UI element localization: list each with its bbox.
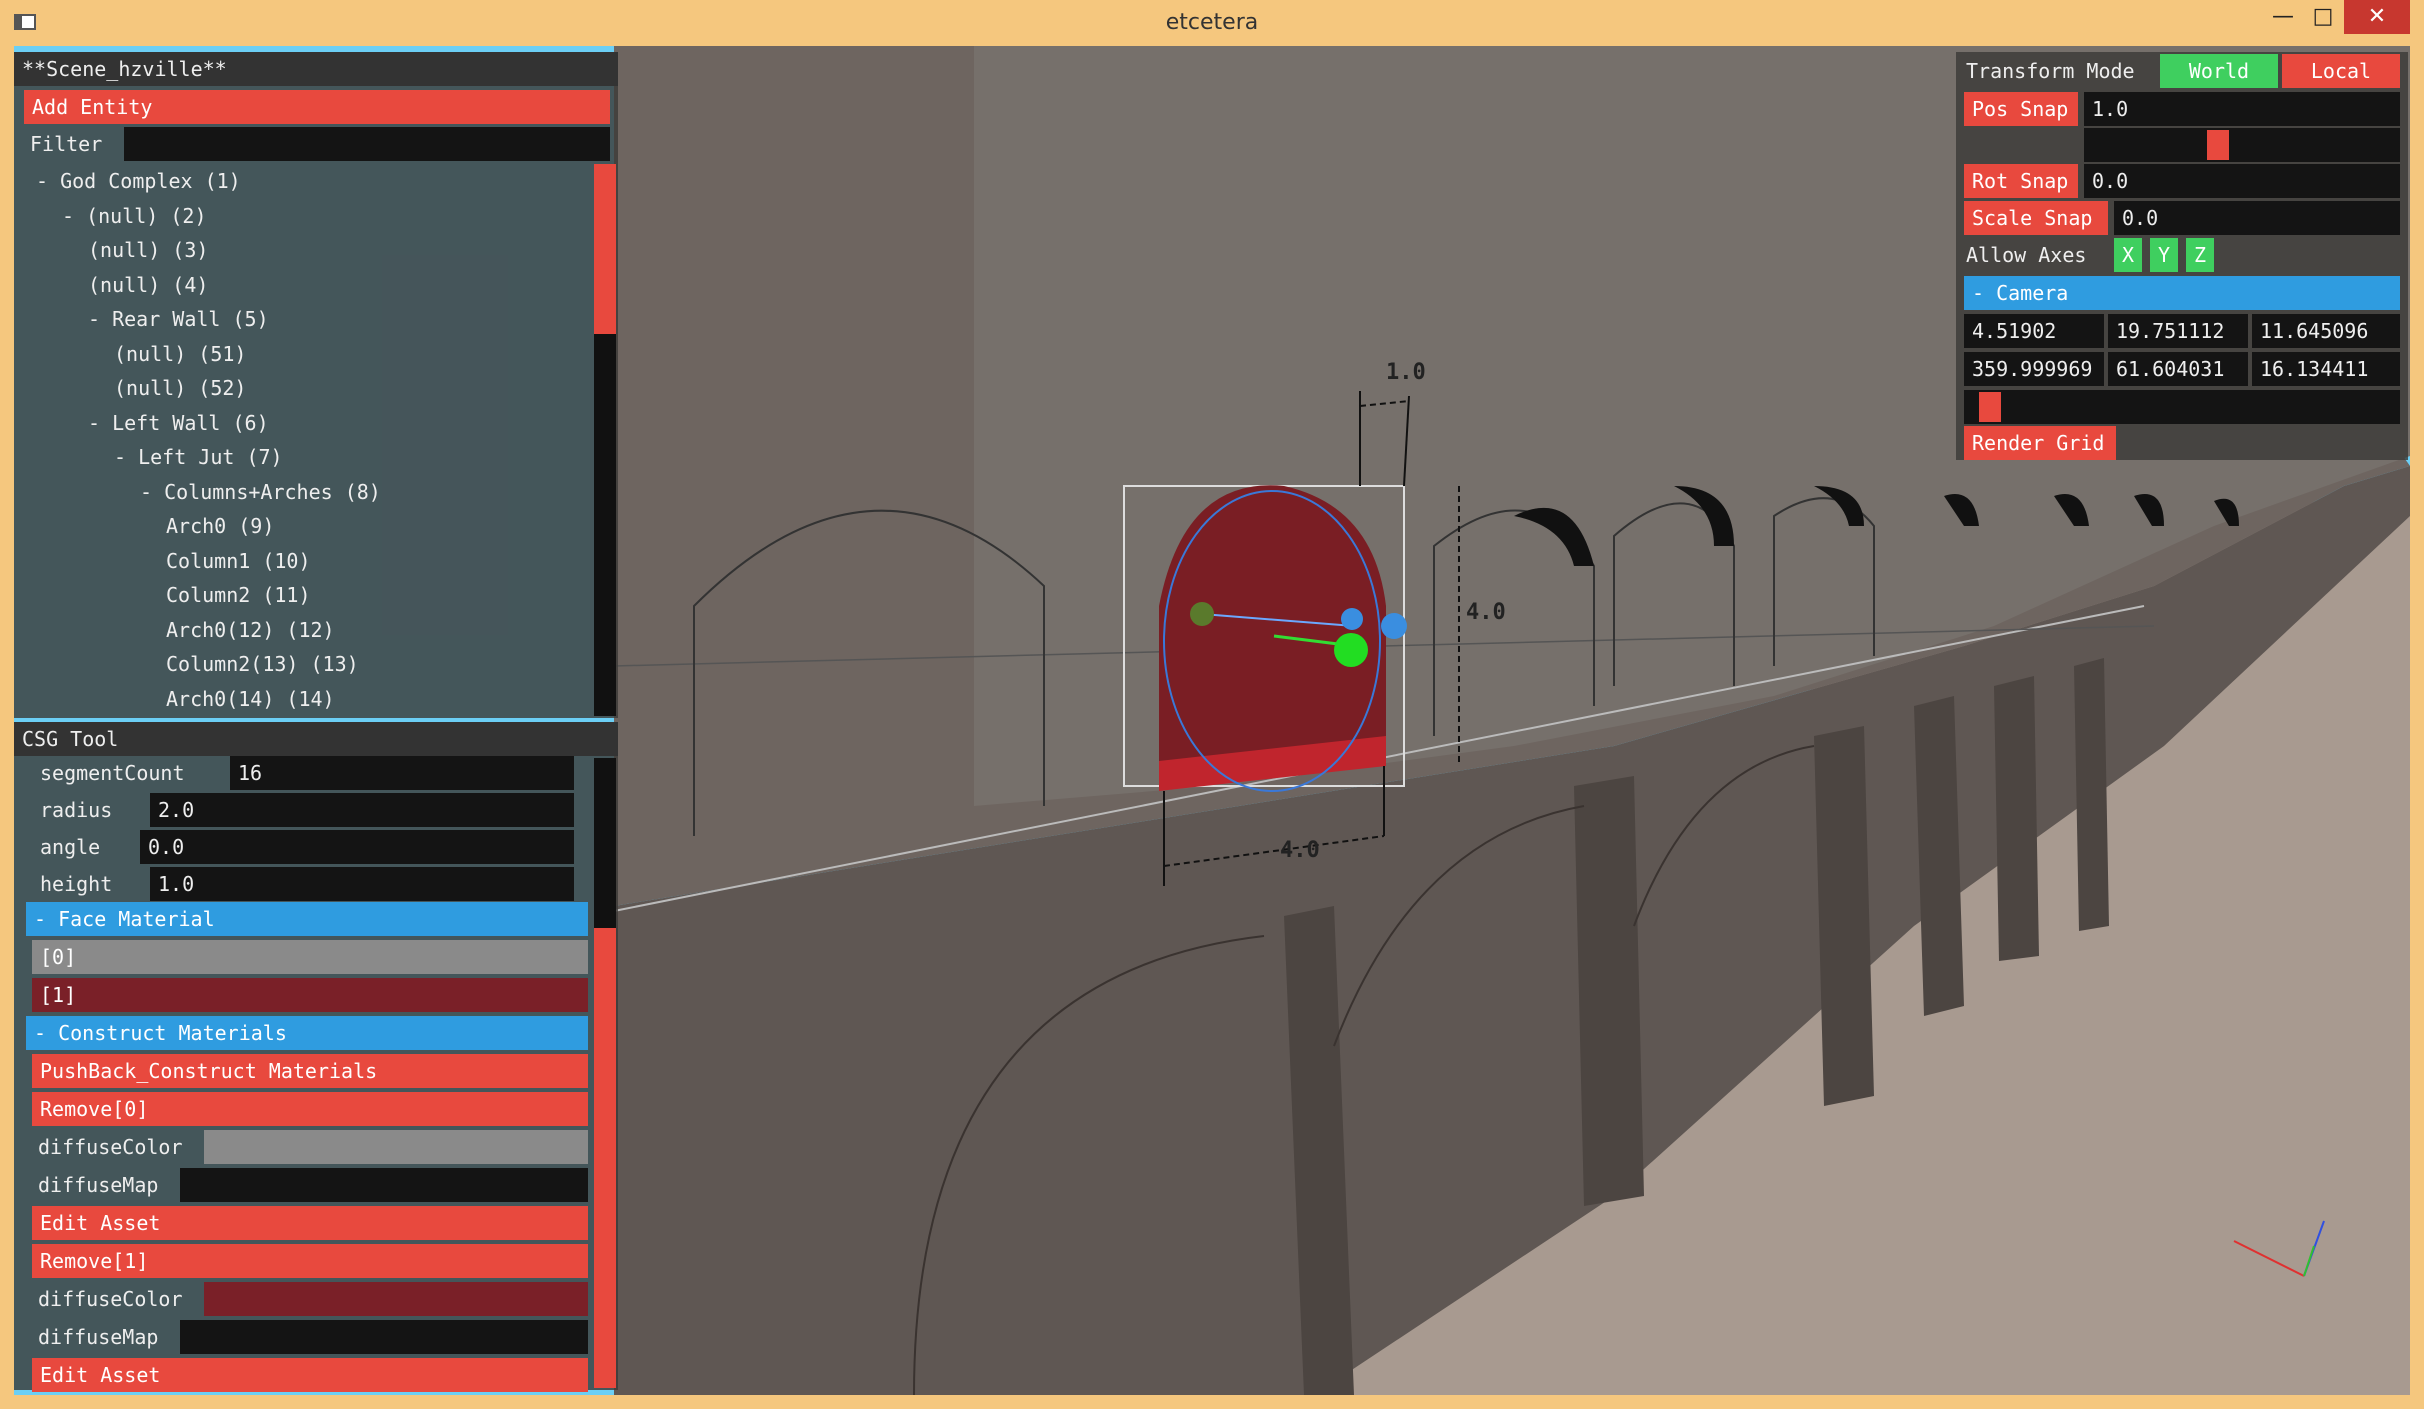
add-entity-button[interactable]: Add Entity	[24, 90, 610, 124]
camera-pos-z[interactable]: 11.645096	[2252, 314, 2400, 348]
maximize-button[interactable]: □	[2304, 0, 2342, 34]
face-material-item-0[interactable]: [0]	[32, 940, 588, 974]
world-mode-button[interactable]: World	[2160, 54, 2278, 88]
tree-item[interactable]: (null) (3)	[88, 233, 208, 267]
face-material-item-1[interactable]: [1]	[32, 978, 588, 1012]
pushback-construct-materials-button[interactable]: PushBack_Construct Materials	[32, 1054, 588, 1088]
face-material-header[interactable]: - Face Material	[26, 902, 588, 936]
csg-field-label: height	[40, 872, 113, 896]
diffuse-map-label-0: diffuseMap	[38, 1173, 159, 1197]
pos-snap-button[interactable]: Pos Snap	[1964, 92, 2078, 126]
camera-rot-x[interactable]: 359.999969	[1964, 352, 2104, 386]
diffuse-map-field-0[interactable]	[180, 1168, 588, 1202]
tree-item[interactable]: - Left Wall (6)	[88, 406, 269, 440]
transform-panel: Transform Mode World Local Pos Snap 1.0 …	[1956, 52, 2408, 460]
tree-item[interactable]: - Left Jut (7)	[114, 440, 283, 474]
scale-snap-button[interactable]: Scale Snap	[1964, 201, 2108, 235]
csg-field-input[interactable]: 16	[230, 756, 574, 790]
scene-hierarchy-panel: **Scene_hzville** Add Entity Filter - Go…	[14, 52, 618, 718]
tree-scrollbar-thumb[interactable]	[594, 164, 616, 334]
csg-tool-panel: CSG Tool segmentCount 16 radius 2.0 angle 0.0…	[14, 722, 618, 1392]
camera-rot-z[interactable]: 16.134411	[2252, 352, 2400, 386]
scale-snap-input[interactable]: 0.0	[2114, 201, 2400, 235]
dimension-label-width: 4.0	[1280, 838, 1320, 863]
tree-item[interactable]: (null) (4)	[88, 268, 208, 302]
axis-y-toggle[interactable]: Y	[2150, 238, 2178, 272]
window-title: etcetera	[1165, 10, 1259, 35]
tree-item[interactable]: Column2 (11)	[166, 578, 311, 612]
pos-snap-input[interactable]: 1.0	[2084, 92, 2400, 126]
csg-field-input[interactable]: 1.0	[150, 867, 574, 901]
filter-input[interactable]	[124, 127, 610, 161]
camera-slider[interactable]	[1964, 390, 2400, 424]
close-button[interactable]: ✕	[2344, 0, 2410, 34]
filter-label: Filter	[30, 132, 103, 156]
tree-item[interactable]: Column1 (10)	[166, 544, 311, 578]
csg-scrollbar[interactable]	[594, 758, 616, 1388]
title-bar: etcetera — □ ✕	[0, 0, 2424, 46]
transform-mode-label: Transform Mode	[1966, 59, 2135, 83]
axis-x-toggle[interactable]: X	[2114, 238, 2142, 272]
remove-1-button[interactable]: Remove[1]	[32, 1244, 588, 1278]
camera-pos-y[interactable]: 19.751112	[2108, 314, 2248, 348]
csg-field-input[interactable]: 0.0	[140, 830, 574, 864]
tree-item[interactable]: Arch0(12) (12)	[166, 613, 335, 647]
render-grid-button[interactable]: Render Grid	[1964, 426, 2116, 460]
rot-snap-input[interactable]: 0.0	[2084, 164, 2400, 198]
minimize-button[interactable]: —	[2264, 0, 2302, 34]
csg-field-label: angle	[40, 835, 101, 859]
tree-item[interactable]: - Rear Wall (5)	[88, 302, 269, 336]
tree-item[interactable]: - God Complex (1)	[36, 164, 241, 198]
tree-item[interactable]: Arch0 (9)	[166, 509, 274, 543]
camera-rot-y[interactable]: 61.604031	[2108, 352, 2248, 386]
edit-asset-button-1[interactable]: Edit Asset	[32, 1358, 588, 1392]
allow-axes-label: Allow Axes	[1966, 243, 2087, 267]
csg-field-label: radius	[40, 798, 113, 822]
diffuse-map-label-1: diffuseMap	[38, 1325, 159, 1349]
camera-slider-thumb[interactable]	[1979, 392, 2001, 422]
local-mode-button[interactable]: Local	[2282, 54, 2400, 88]
tree-item[interactable]: Column2(13) (13)	[166, 647, 359, 681]
tree-scrollbar[interactable]	[594, 164, 616, 716]
tree-item[interactable]: - Columns+Arches (8)	[140, 475, 381, 509]
diffuse-color-swatch-1[interactable]	[204, 1282, 588, 1316]
scene-name: **Scene_hzville**	[14, 52, 618, 86]
rot-snap-button[interactable]: Rot Snap	[1964, 164, 2078, 198]
tree-item[interactable]: (null) (52)	[114, 371, 246, 405]
dimension-label-depth: 4.0	[1466, 600, 1506, 625]
diffuse-color-swatch-0[interactable]	[204, 1130, 588, 1164]
diffuse-color-label-0: diffuseColor	[38, 1135, 183, 1159]
csg-field-input[interactable]: 2.0	[150, 793, 574, 827]
tree-item[interactable]: - (null) (2)	[62, 199, 207, 233]
dimension-label-height: 1.0	[1386, 360, 1426, 385]
pos-snap-slider-thumb[interactable]	[2207, 130, 2229, 160]
construct-materials-header[interactable]: - Construct Materials	[26, 1016, 588, 1050]
csg-field-label: segmentCount	[40, 761, 185, 785]
tree-item[interactable]: (null) (51)	[114, 337, 246, 371]
remove-0-button[interactable]: Remove[0]	[32, 1092, 588, 1126]
tree-item[interactable]: Arch0(14) (14)	[166, 682, 335, 716]
camera-pos-x[interactable]: 4.51902	[1964, 314, 2104, 348]
edit-asset-button-0[interactable]: Edit Asset	[32, 1206, 588, 1240]
camera-header[interactable]: - Camera	[1964, 276, 2400, 310]
pos-snap-slider[interactable]	[2084, 128, 2400, 162]
diffuse-map-field-1[interactable]	[180, 1320, 588, 1354]
csg-tool-title: CSG Tool	[14, 722, 618, 756]
axis-z-toggle[interactable]: Z	[2186, 238, 2214, 272]
diffuse-color-label-1: diffuseColor	[38, 1287, 183, 1311]
csg-scrollbar-thumb[interactable]	[594, 928, 616, 1388]
